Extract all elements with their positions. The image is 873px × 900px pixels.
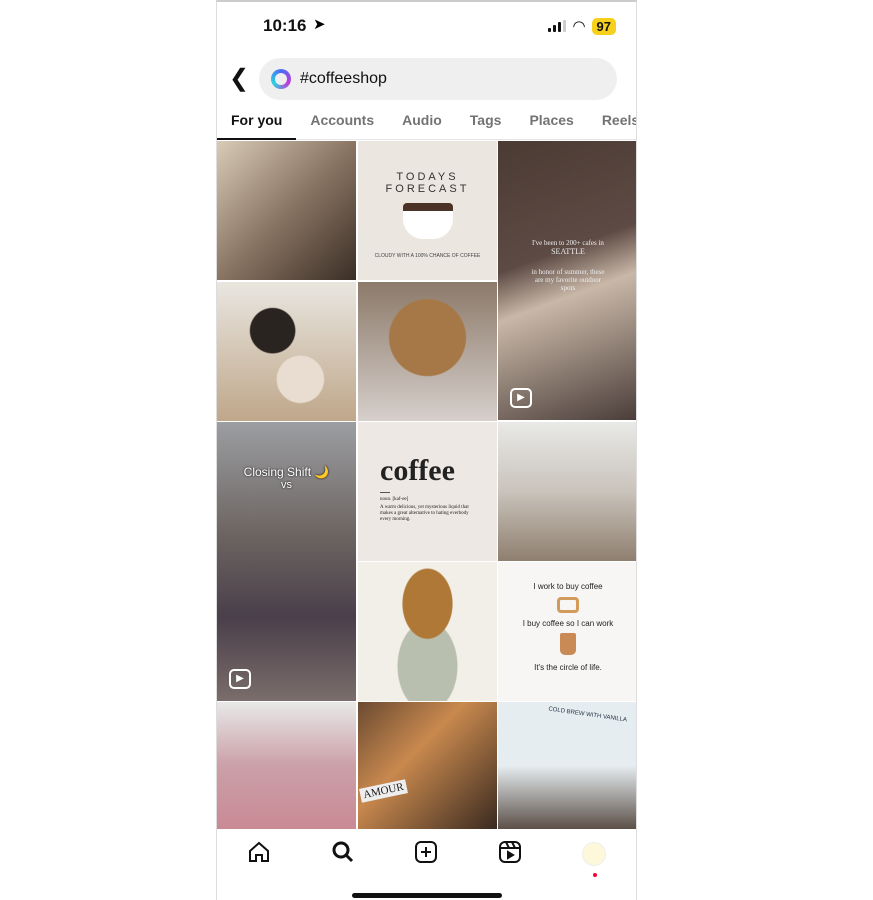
- status-bar: 10:16 ➤ ◠ 97: [217, 2, 636, 50]
- create-post-icon[interactable]: [414, 840, 438, 869]
- post-coffee-definition[interactable]: coffee noun. [kaf-ee] A warm delicious, …: [358, 422, 497, 561]
- clock: 10:16: [263, 16, 307, 35]
- explore-grid: TODAYS FORECAST CLOUDY WITH A 100% CHANC…: [217, 141, 636, 829]
- tab-audio[interactable]: Audio: [388, 110, 456, 140]
- home-icon[interactable]: [247, 840, 271, 869]
- post-cafe-interior[interactable]: [498, 422, 636, 561]
- reel-icon: ▶: [510, 388, 532, 408]
- wifi-icon: ◠: [572, 18, 586, 35]
- post-circle-of-life[interactable]: I work to buy coffee I buy coffee so I c…: [498, 562, 636, 701]
- post-seattle-reel[interactable]: I've been to 200+ cafes in SEATTLE in ho…: [498, 141, 636, 420]
- iced-coffee-icon: [560, 633, 576, 655]
- search-input[interactable]: #coffeeshop: [259, 58, 617, 100]
- search-query: #coffeeshop: [300, 70, 387, 87]
- battery-indicator: 97: [591, 17, 616, 35]
- post-amour-coffee[interactable]: AMOUR: [358, 702, 497, 829]
- back-button[interactable]: ❮: [229, 64, 249, 93]
- meta-ai-icon: [271, 69, 291, 89]
- home-indicator: [352, 893, 502, 898]
- post-pastries[interactable]: [358, 282, 497, 421]
- post-croissant[interactable]: [358, 562, 497, 701]
- search-icon[interactable]: [331, 840, 355, 869]
- post-latte-cups[interactable]: [217, 282, 356, 421]
- location-arrow-icon: ➤: [313, 16, 326, 33]
- phone-screen: 10:16 ➤ ◠ 97 ❮ #coffeeshop For you Accou…: [216, 0, 637, 900]
- tab-reels[interactable]: Reels: [588, 110, 636, 140]
- tab-places[interactable]: Places: [515, 110, 587, 140]
- tab-for-you[interactable]: For you: [217, 110, 297, 140]
- tab-accounts[interactable]: Accounts: [296, 110, 388, 140]
- cellular-signal-icon: [548, 20, 567, 32]
- coffee-cup-illustration: [402, 203, 453, 239]
- post-forecast[interactable]: TODAYS FORECAST CLOUDY WITH A 100% CHANC…: [358, 141, 497, 280]
- search-tabs: For you Accounts Audio Tags Places Reels: [217, 110, 636, 140]
- post-iced-drinks[interactable]: [217, 702, 356, 829]
- bottom-nav: [217, 829, 636, 879]
- repeat-icon: [557, 597, 579, 613]
- reel-icon: ▶: [229, 669, 251, 689]
- reels-icon[interactable]: [498, 840, 522, 869]
- post-closing-shift-reel[interactable]: Closing Shift 🌙 vs ▶: [217, 422, 356, 701]
- profile-avatar[interactable]: [582, 842, 607, 877]
- tab-tags[interactable]: Tags: [456, 110, 516, 140]
- post-cold-brew-sign[interactable]: COLD BREW WITH VANILLA: [498, 702, 636, 829]
- post-barista[interactable]: [217, 141, 356, 280]
- notification-dot: [593, 873, 598, 877]
